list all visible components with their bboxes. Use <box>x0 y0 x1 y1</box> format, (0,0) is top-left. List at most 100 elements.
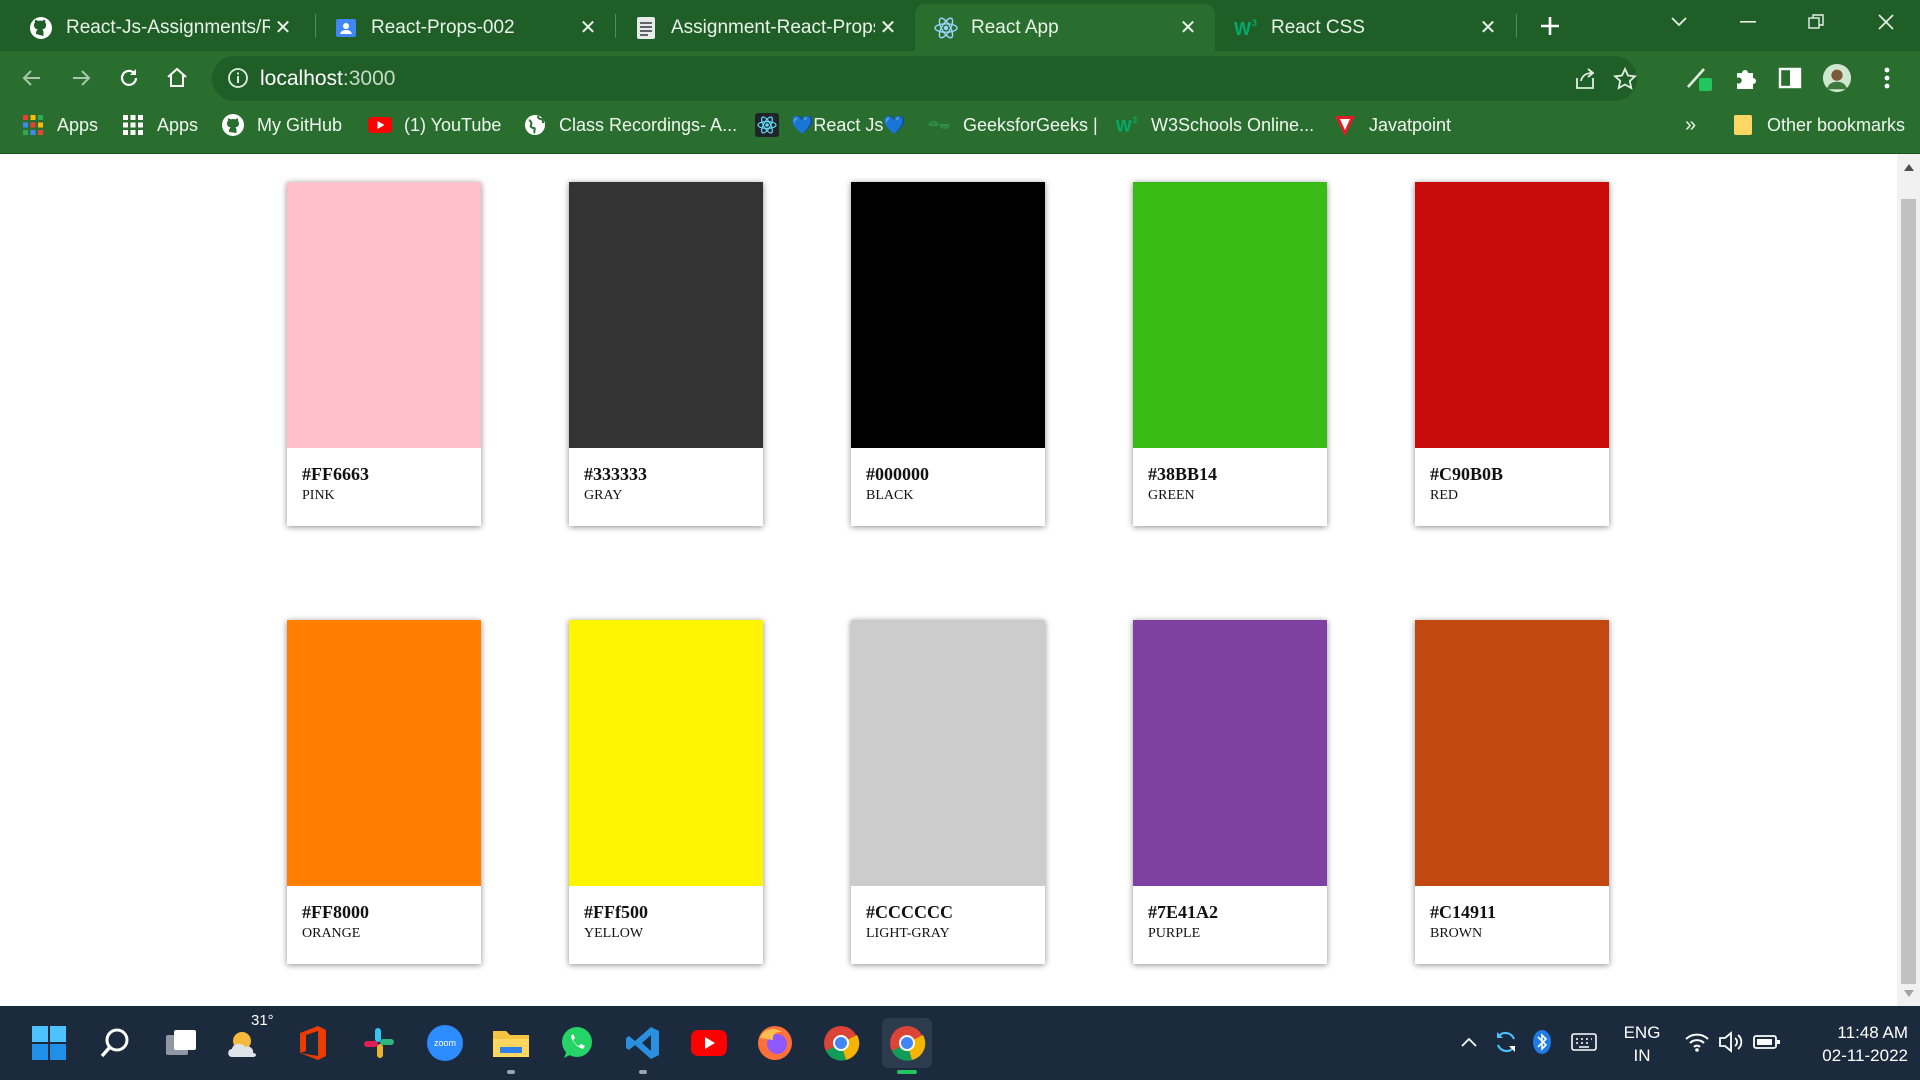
language-indicator[interactable]: ENG IN <box>1618 1021 1666 1067</box>
scrollbar-thumb[interactable] <box>1901 199 1916 984</box>
svg-text:W: W <box>1234 19 1251 39</box>
tab-react-props-002[interactable]: React-Props-002 ✕ <box>315 4 615 51</box>
bookmarks-overflow-button[interactable]: » <box>1685 106 1696 144</box>
language-region: IN <box>1633 1046 1651 1065</box>
extension-color-picker-icon[interactable] <box>1684 63 1714 93</box>
color-swatch <box>1415 182 1609 448</box>
scroll-down-arrow-icon[interactable] <box>1897 986 1920 1000</box>
clock[interactable]: 11:48 AM 02-11-2022 <box>1796 1021 1908 1067</box>
javatpoint-icon <box>1333 113 1357 137</box>
svg-text:3: 3 <box>1133 115 1138 125</box>
clock-time: 11:48 AM <box>1837 1023 1908 1042</box>
bookmark-javatpoint[interactable]: Javatpoint <box>1333 106 1451 144</box>
chrome-icon[interactable] <box>882 1018 932 1074</box>
tab-react-js-assignments[interactable]: React-Js-Assignments/Rea ✕ <box>10 4 310 51</box>
close-icon <box>1878 14 1894 30</box>
whatsapp-icon[interactable] <box>552 1018 602 1068</box>
plus-icon <box>1541 17 1559 35</box>
bookmark-geeksforgeeks[interactable]: GeeksforGeeks | <box>927 106 1098 144</box>
bookmark-my-github[interactable]: My GitHub <box>221 106 342 144</box>
color-card-pink: #FF6663 PINK <box>287 182 481 526</box>
color-swatch <box>851 182 1045 448</box>
color-name: ORANGE <box>302 926 361 941</box>
tab-react-css[interactable]: W3 React CSS ✕ <box>1215 4 1515 51</box>
share-icon[interactable] <box>1572 66 1598 92</box>
zoom-icon[interactable]: zoom <box>420 1018 470 1068</box>
vscode-icon[interactable] <box>618 1018 668 1074</box>
browser-tab-strip: React-Js-Assignments/Rea ✕ React-Props-0… <box>0 0 1920 51</box>
close-tab-icon[interactable]: ✕ <box>1175 15 1201 41</box>
w3schools-icon: W3 <box>1115 113 1139 137</box>
slack-icon[interactable] <box>354 1018 404 1068</box>
vertical-scrollbar[interactable] <box>1897 154 1920 1006</box>
wifi-icon[interactable] <box>1683 1028 1711 1056</box>
close-tab-icon[interactable]: ✕ <box>270 15 296 41</box>
chrome-icon[interactable] <box>816 1018 866 1068</box>
tab-search-button[interactable] <box>1645 0 1713 44</box>
new-tab-button[interactable] <box>1532 8 1568 44</box>
bluetooth-icon[interactable] <box>1528 1028 1556 1056</box>
profile-avatar[interactable] <box>1822 63 1852 93</box>
running-indicator <box>639 1070 647 1074</box>
office-icon[interactable] <box>288 1018 338 1068</box>
bookmark-label: Javatpoint <box>1369 114 1452 135</box>
windows-taskbar: 31° zoom ENG IN 11:48 AM 02-11-2022 <box>0 1006 1920 1080</box>
color-hex: #CCCCCC <box>866 902 953 922</box>
bookmark-star-icon[interactable] <box>1612 66 1638 92</box>
minimize-button[interactable] <box>1714 0 1782 44</box>
clock-date: 02-11-2022 <box>1822 1046 1908 1065</box>
bookmark-apps-google[interactable]: Apps <box>21 106 98 144</box>
file-explorer-icon[interactable] <box>486 1018 536 1074</box>
keyboard-icon[interactable] <box>1570 1028 1598 1056</box>
firefox-icon[interactable] <box>750 1018 800 1068</box>
color-card-yellow: #FFf500 YELLOW <box>569 620 763 964</box>
youtube-app-icon[interactable] <box>684 1018 734 1068</box>
address-bar[interactable]: localhost:3000 <box>212 56 1638 101</box>
extensions-puzzle-icon[interactable] <box>1730 63 1760 93</box>
close-tab-icon[interactable]: ✕ <box>1475 15 1501 41</box>
bookmark-label: GeeksforGeeks | <box>963 114 1098 135</box>
globe-icon <box>523 113 547 137</box>
close-tab-icon[interactable]: ✕ <box>875 15 901 41</box>
site-info-icon[interactable] <box>226 66 250 90</box>
back-button[interactable] <box>12 58 52 98</box>
other-bookmarks-folder[interactable]: Other bookmarks <box>1731 106 1905 144</box>
color-card-orange: #FF8000 ORANGE <box>287 620 481 964</box>
home-button[interactable] <box>157 58 197 98</box>
sync-icon[interactable] <box>1492 1028 1520 1056</box>
color-hex: #38BB14 <box>1148 464 1218 484</box>
color-hex: #FFf500 <box>584 902 648 922</box>
search-icon[interactable] <box>90 1018 140 1068</box>
scroll-up-arrow-icon[interactable] <box>1897 160 1920 174</box>
bookmark-w3schools[interactable]: W3 W3Schools Online... <box>1115 106 1314 144</box>
bookmark-label: My GitHub <box>257 114 343 135</box>
windows-start-icon[interactable] <box>24 1018 74 1068</box>
bookmark-react-js[interactable]: 💙React Js💙 <box>755 106 906 144</box>
bookmark-class-recordings[interactable]: Class Recordings- A... <box>523 106 737 144</box>
task-view-icon[interactable] <box>157 1018 207 1068</box>
chevron-up-icon[interactable] <box>1455 1028 1483 1056</box>
folder-icon <box>1731 113 1755 137</box>
tab-react-app[interactable]: React App ✕ <box>915 4 1215 51</box>
close-tab-icon[interactable]: ✕ <box>575 15 601 41</box>
color-hex: #FF8000 <box>302 902 369 922</box>
weather-icon[interactable]: 31° <box>222 1012 274 1068</box>
restore-button[interactable] <box>1782 0 1850 44</box>
forward-button[interactable] <box>61 58 101 98</box>
bookmark-apps[interactable]: Apps <box>121 106 198 144</box>
close-window-button[interactable] <box>1852 0 1920 44</box>
side-panel-icon[interactable] <box>1775 63 1805 93</box>
color-swatch <box>1133 620 1327 886</box>
tab-title: React-Props-002 <box>371 16 515 38</box>
overflow-chevron-icon: » <box>1685 113 1697 136</box>
svg-text:W: W <box>1116 116 1132 135</box>
w3schools-icon: W3 <box>1233 15 1259 41</box>
browser-menu-icon[interactable] <box>1872 63 1902 93</box>
bookmark-label: Apps <box>157 114 199 135</box>
bookmark-youtube[interactable]: (1) YouTube <box>368 106 501 144</box>
battery-icon[interactable] <box>1753 1028 1781 1056</box>
weather-temperature: 31° <box>251 1012 274 1029</box>
tab-assignment-react-props[interactable]: Assignment-React-Props ✕ <box>615 4 915 51</box>
volume-icon[interactable] <box>1718 1028 1746 1056</box>
reload-button[interactable] <box>109 58 149 98</box>
